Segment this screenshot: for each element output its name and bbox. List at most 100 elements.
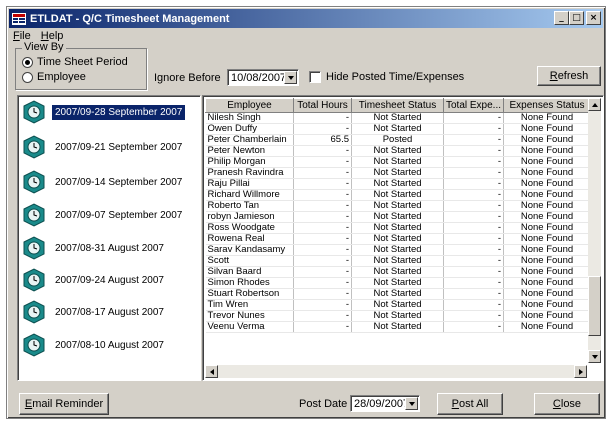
table-row[interactable]: Trevor Nunes - Not Started - None Found bbox=[205, 310, 591, 322]
table-row[interactable]: Tim Wren - Not Started - None Found bbox=[205, 299, 591, 311]
close-button[interactable]: Close bbox=[534, 393, 600, 415]
total-expenses-cell: - bbox=[443, 167, 504, 179]
timesheet-status-cell: Not Started bbox=[351, 255, 444, 267]
radio-employee[interactable]: Employee bbox=[22, 71, 86, 83]
table-row[interactable]: Philip Morgan - Not Started - None Found bbox=[205, 156, 591, 168]
refresh-button[interactable]: Refresh bbox=[537, 66, 601, 86]
expenses-status-cell: None Found bbox=[503, 156, 591, 168]
period-item[interactable]: 2007/09-24 August 2007 bbox=[22, 266, 198, 294]
post-date-picker[interactable]: 28/09/2007 bbox=[350, 395, 420, 412]
table-row[interactable]: Raju Pillai - Not Started - None Found bbox=[205, 178, 591, 190]
period-item[interactable]: 2007/09-14 September 2007 bbox=[22, 168, 198, 196]
table-row[interactable]: Scott - Not Started - None Found bbox=[205, 255, 591, 267]
radio-indicator[interactable] bbox=[22, 56, 33, 68]
hide-posted-checkbox-row[interactable]: Hide Posted Time/Expenses bbox=[309, 71, 464, 83]
period-list[interactable]: 2007/09-28 September 2007 2007/09-21 Sep… bbox=[17, 95, 201, 381]
column-header-expenses-status[interactable]: Expenses Status bbox=[503, 98, 591, 113]
total-expenses-cell: - bbox=[443, 211, 504, 223]
period-item[interactable]: 2007/09-07 September 2007 bbox=[22, 201, 198, 229]
total-hours-cell: - bbox=[293, 310, 352, 322]
total-hours-cell: - bbox=[293, 266, 352, 278]
timesheet-status-cell: Not Started bbox=[351, 123, 444, 135]
table-row[interactable]: robyn Jamieson - Not Started - None Found bbox=[205, 211, 591, 223]
expenses-status-cell: None Found bbox=[503, 299, 591, 311]
table-row[interactable]: Pranesh Ravindra - Not Started - None Found bbox=[205, 167, 591, 179]
table-row[interactable]: Peter Chamberlain 65.5 Posted - None Found bbox=[205, 134, 591, 146]
total-expenses-cell: - bbox=[443, 123, 504, 135]
scroll-left-button[interactable] bbox=[205, 365, 218, 378]
expenses-status-cell: None Found bbox=[503, 310, 591, 322]
column-header-employee[interactable]: Employee bbox=[205, 98, 294, 113]
employee-cell: Peter Chamberlain bbox=[205, 134, 294, 146]
table-row[interactable]: Peter Newton - Not Started - None Found bbox=[205, 145, 591, 157]
column-header-total-expenses[interactable]: Total Expe... bbox=[443, 98, 504, 113]
table-row[interactable]: Roberto Tan - Not Started - None Found bbox=[205, 200, 591, 212]
email-reminder-button[interactable]: Email Reminder bbox=[19, 393, 109, 415]
scroll-thumb[interactable] bbox=[588, 276, 601, 336]
period-item[interactable]: 2007/08-31 August 2007 bbox=[22, 234, 198, 262]
table-row[interactable]: Sarav Kandasamy - Not Started - None Found bbox=[205, 244, 591, 256]
radio-label: Employee bbox=[37, 71, 86, 83]
timesheet-status-cell: Not Started bbox=[351, 167, 444, 179]
scroll-up-button[interactable] bbox=[588, 98, 601, 111]
vertical-scrollbar[interactable] bbox=[588, 98, 601, 363]
timesheet-status-cell: Not Started bbox=[351, 112, 444, 124]
view-by-group: View By Time Sheet Period Employee bbox=[15, 41, 147, 90]
employee-cell: Stuart Robertson bbox=[205, 288, 294, 300]
period-item[interactable]: 2007/09-21 September 2007 bbox=[22, 133, 198, 161]
total-expenses-cell: - bbox=[443, 178, 504, 190]
scroll-right-button[interactable] bbox=[574, 365, 587, 378]
period-item[interactable]: 2007/08-10 August 2007 bbox=[22, 331, 198, 359]
column-header-total-hours[interactable]: Total Hours bbox=[293, 98, 352, 113]
total-hours-cell: - bbox=[293, 167, 352, 179]
timesheet-status-cell: Not Started bbox=[351, 299, 444, 311]
table-row[interactable]: Ross Woodgate - Not Started - None Found bbox=[205, 222, 591, 234]
timesheet-status-cell: Not Started bbox=[351, 211, 444, 223]
total-hours-cell: - bbox=[293, 233, 352, 245]
minimize-button[interactable]: _ bbox=[554, 11, 569, 25]
total-expenses-cell: - bbox=[443, 112, 504, 124]
table-row[interactable]: Silvan Baard - Not Started - None Found bbox=[205, 266, 591, 278]
radio-time-sheet-period[interactable]: Time Sheet Period bbox=[22, 56, 128, 68]
title-bar[interactable]: ETLDAT - Q/C Timesheet Management _ □ × bbox=[9, 9, 603, 28]
ignore-before-value: 10/08/2007 bbox=[231, 71, 287, 84]
period-item[interactable]: 2007/09-28 September 2007 bbox=[22, 98, 198, 126]
total-hours-cell: - bbox=[293, 222, 352, 234]
table-row[interactable]: Veenu Verma - Not Started - None Found bbox=[205, 321, 591, 333]
close-window-button[interactable]: × bbox=[586, 11, 601, 25]
table-row[interactable]: Stuart Robertson - Not Started - None Found bbox=[205, 288, 591, 300]
chevron-down-icon[interactable] bbox=[284, 71, 297, 84]
total-hours-cell: - bbox=[293, 189, 352, 201]
employee-cell: Trevor Nunes bbox=[205, 310, 294, 322]
table-row[interactable]: Rowena Real - Not Started - None Found bbox=[205, 233, 591, 245]
timesheet-grid[interactable]: Employee Total Hours Timesheet Status To… bbox=[202, 95, 604, 381]
employee-cell: Peter Newton bbox=[205, 145, 294, 157]
total-expenses-cell: - bbox=[443, 233, 504, 245]
horizontal-scrollbar[interactable] bbox=[205, 365, 587, 378]
maximize-button[interactable]: □ bbox=[569, 11, 584, 25]
hide-posted-checkbox[interactable] bbox=[309, 71, 321, 83]
post-all-button[interactable]: Post All bbox=[437, 393, 503, 415]
scroll-down-button[interactable] bbox=[588, 350, 601, 363]
period-item[interactable]: 2007/08-17 August 2007 bbox=[22, 298, 198, 326]
period-label: 2007/09-14 September 2007 bbox=[55, 176, 183, 188]
table-row[interactable]: Richard Willmore - Not Started - None Found bbox=[205, 189, 591, 201]
table-row[interactable]: Simon Rhodes - Not Started - None Found bbox=[205, 277, 591, 289]
total-hours-cell: - bbox=[293, 211, 352, 223]
expenses-status-cell: None Found bbox=[503, 266, 591, 278]
column-header-timesheet-status[interactable]: Timesheet Status bbox=[351, 98, 444, 113]
calendar-clock-icon bbox=[23, 300, 45, 324]
chevron-down-icon[interactable] bbox=[405, 397, 418, 410]
table-row[interactable]: Owen Duffy - Not Started - None Found bbox=[205, 123, 591, 135]
expenses-status-cell: None Found bbox=[503, 112, 591, 124]
radio-indicator[interactable] bbox=[22, 71, 33, 83]
table-row[interactable]: Nilesh Singh - Not Started - None Found bbox=[205, 112, 591, 124]
view-by-legend: View By bbox=[22, 41, 66, 53]
timesheet-status-cell: Not Started bbox=[351, 178, 444, 190]
total-hours-cell: - bbox=[293, 244, 352, 256]
calendar-clock-icon bbox=[23, 268, 45, 292]
total-expenses-cell: - bbox=[443, 156, 504, 168]
total-hours-cell: 65.5 bbox=[293, 134, 352, 146]
ignore-before-date-picker[interactable]: 10/08/2007 bbox=[227, 69, 299, 86]
expenses-status-cell: None Found bbox=[503, 123, 591, 135]
